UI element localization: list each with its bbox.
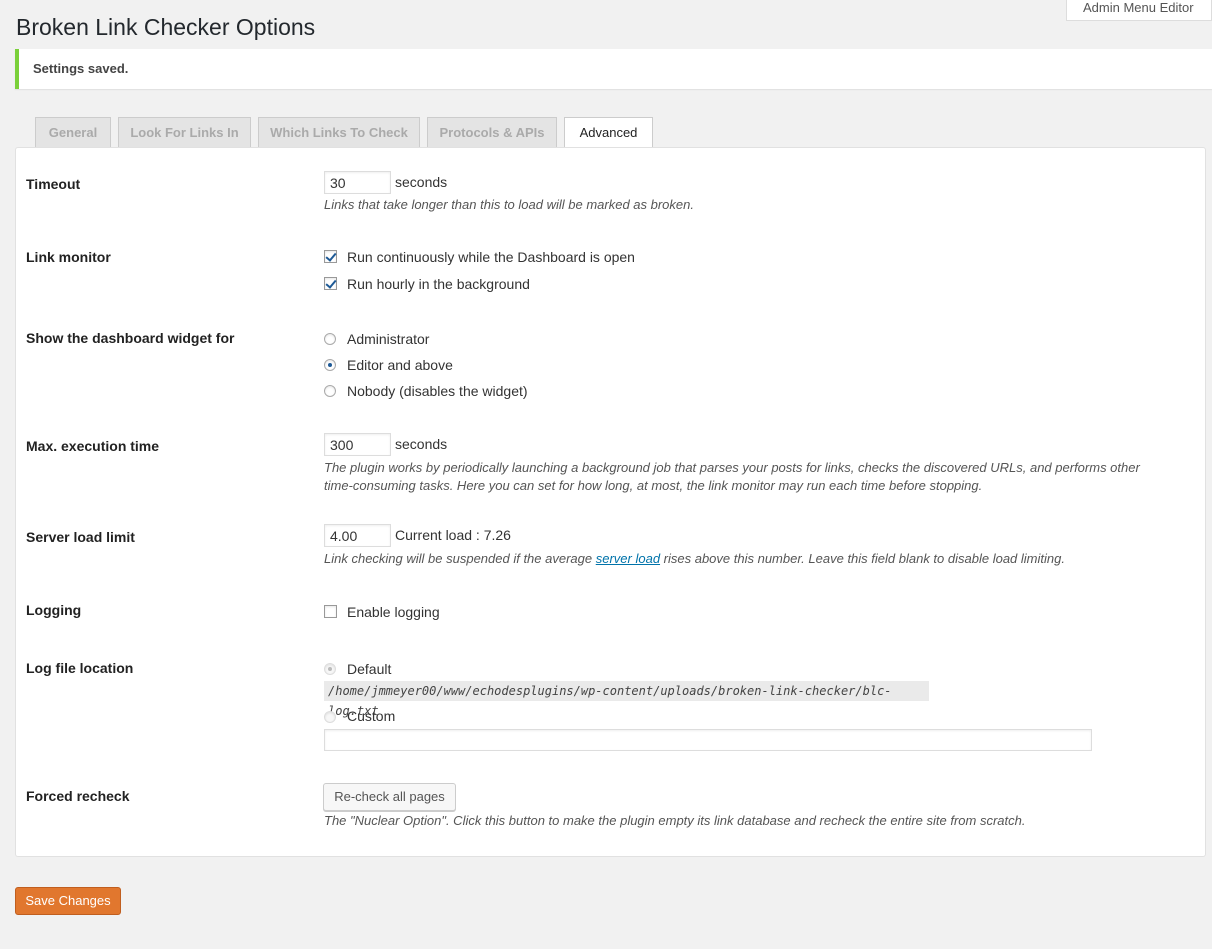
widget-editor-radio[interactable] <box>324 359 336 371</box>
server-load-link[interactable]: server load <box>596 551 660 566</box>
server-load-description: Link checking will be suspended if the a… <box>324 550 1065 568</box>
widget-administrator-label[interactable]: Administrator <box>347 331 429 347</box>
timeout-input[interactable] <box>324 171 391 194</box>
dashboard-widget-label: Show the dashboard widget for <box>26 330 235 346</box>
max-execution-description-1: The plugin works by periodically launchi… <box>324 460 1140 475</box>
tab-general[interactable]: General <box>35 117 111 148</box>
widget-nobody-label[interactable]: Nobody (disables the widget) <box>347 383 528 399</box>
tab-look-for-links-in[interactable]: Look For Links In <box>118 117 251 148</box>
tab-which-links-to-check[interactable]: Which Links To Check <box>258 117 420 148</box>
log-custom-radio[interactable] <box>324 711 336 723</box>
log-default-radio[interactable] <box>324 663 336 675</box>
recheck-all-pages-button[interactable]: Re-check all pages <box>323 783 456 811</box>
log-default-label[interactable]: Default <box>347 661 391 677</box>
enable-logging-label[interactable]: Enable logging <box>347 604 440 620</box>
timeout-description: Links that take longer than this to load… <box>324 197 694 212</box>
widget-nobody-radio[interactable] <box>324 385 336 397</box>
log-custom-label[interactable]: Custom <box>347 708 395 724</box>
timeout-unit: seconds <box>395 174 448 190</box>
max-execution-label: Max. execution time <box>26 438 160 454</box>
timeout-label: Timeout <box>26 176 81 192</box>
forced-recheck-description: The "Nuclear Option". Click this button … <box>324 813 1026 828</box>
logging-label: Logging <box>26 602 82 618</box>
tab-protocols-apis[interactable]: Protocols & APIs <box>427 117 557 148</box>
server-load-description-after: rises above this number. Leave this fiel… <box>660 551 1065 566</box>
server-load-label: Server load limit <box>26 529 135 545</box>
max-execution-unit: seconds <box>395 436 448 452</box>
default-log-path: /home/jmmeyer00/www/echodesplugins/wp-co… <box>324 681 929 718</box>
max-execution-description-2: time-consuming tasks. Here you can set f… <box>324 478 983 493</box>
page-title: Broken Link Checker Options <box>16 14 316 40</box>
widget-administrator-radio[interactable] <box>324 333 336 345</box>
admin-menu-editor-tab[interactable]: Admin Menu Editor <box>1066 0 1212 21</box>
run-continuously-checkbox[interactable] <box>324 250 337 263</box>
run-hourly-label[interactable]: Run hourly in the background <box>347 276 530 292</box>
current-load-text: Current load : 7.26 <box>395 527 511 543</box>
save-changes-button[interactable]: Save Changes <box>15 887 121 915</box>
run-continuously-label[interactable]: Run continuously while the Dashboard is … <box>347 249 635 265</box>
link-monitor-label: Link monitor <box>26 249 111 265</box>
run-hourly-checkbox[interactable] <box>324 277 337 290</box>
custom-log-path-input[interactable] <box>324 729 1092 751</box>
server-load-input[interactable] <box>324 524 391 547</box>
settings-saved-notice: Settings saved. <box>15 49 1212 89</box>
widget-editor-label[interactable]: Editor and above <box>347 357 453 373</box>
forced-recheck-label: Forced recheck <box>26 788 130 804</box>
tab-advanced[interactable]: Advanced <box>564 117 653 149</box>
max-execution-input[interactable] <box>324 433 391 456</box>
enable-logging-checkbox[interactable] <box>324 605 337 618</box>
log-file-label: Log file location <box>26 660 134 676</box>
server-load-description-before: Link checking will be suspended if the a… <box>324 551 596 566</box>
